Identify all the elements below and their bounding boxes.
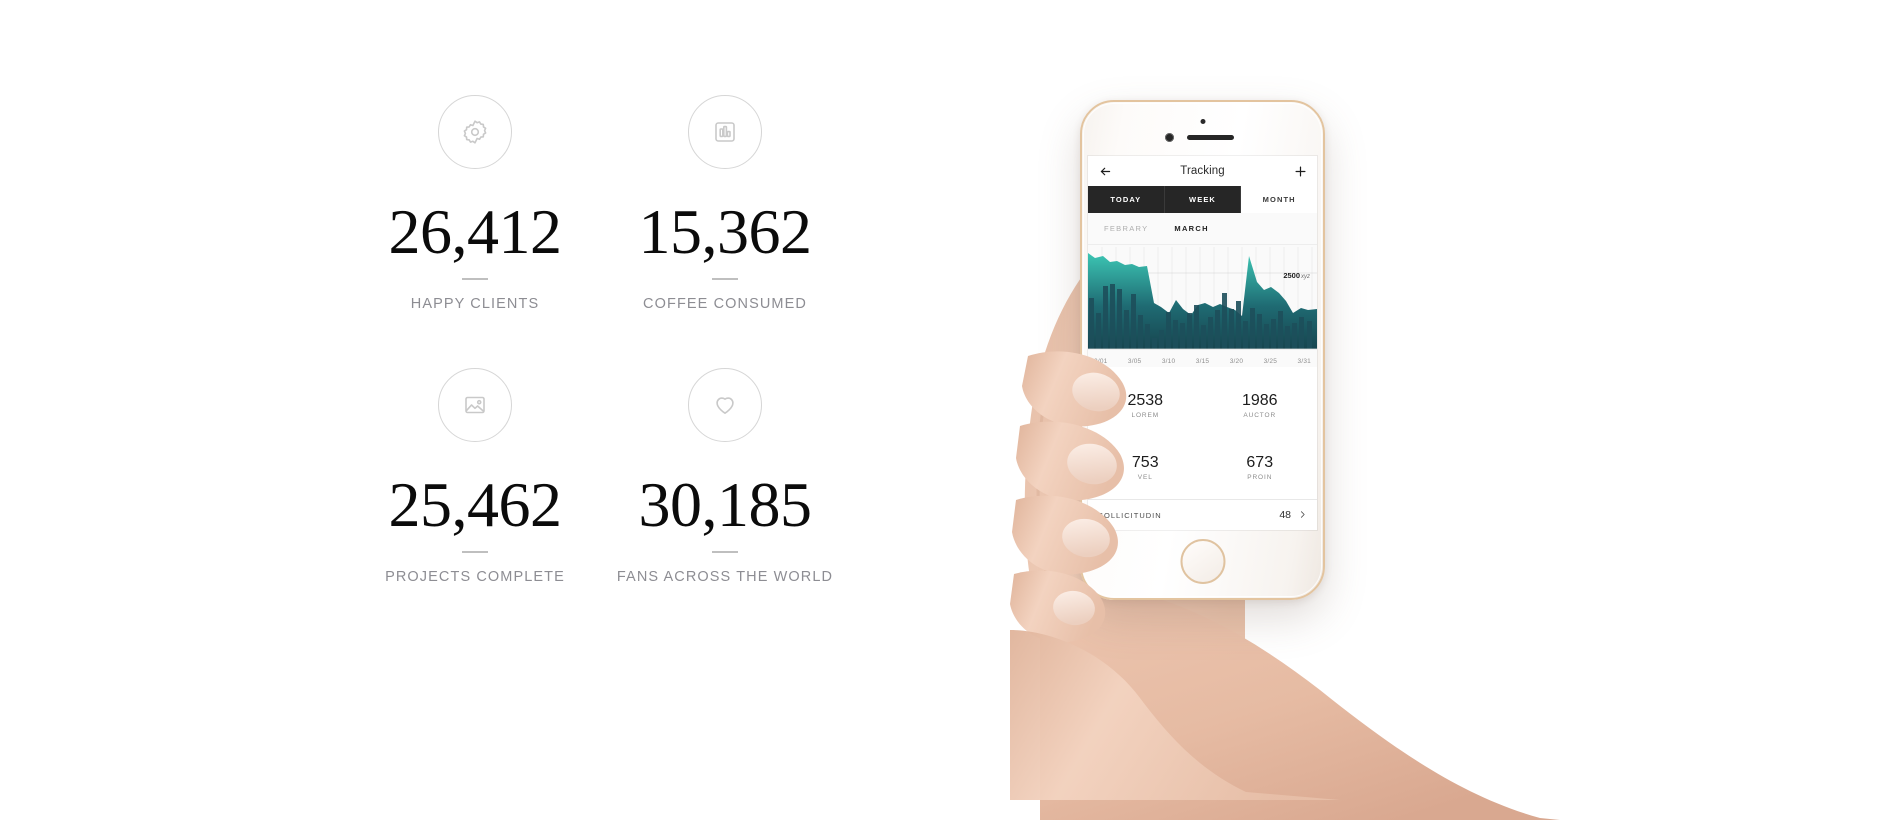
smartphone-device: Tracking TODAY WEEK MONTH FEBRARY MARCH	[1080, 100, 1325, 600]
home-button[interactable]	[1180, 539, 1225, 584]
stat-divider	[712, 551, 738, 553]
image-icon	[438, 368, 512, 442]
stat-label: HAPPY CLIENTS	[410, 296, 540, 312]
stat-item-happy-clients: 26,412 HAPPY CLIENTS	[350, 95, 600, 342]
stat-value: 25,462	[388, 469, 563, 540]
plus-icon[interactable]	[1292, 163, 1308, 179]
chart-annotation: 2500xyz	[1283, 271, 1310, 280]
tab-today[interactable]: TODAY	[1088, 186, 1165, 213]
gear-icon	[438, 95, 512, 169]
kpi-value: 753	[1131, 454, 1159, 472]
kpi-label: VEL	[1137, 473, 1153, 481]
x-tick: 3/15	[1195, 358, 1210, 365]
x-tick: 3/10	[1161, 358, 1176, 365]
month-february[interactable]: FEBRARY	[1104, 224, 1148, 233]
x-tick: 3/25	[1263, 358, 1278, 365]
stats-grid: 26,412 HAPPY CLIENTS 15,362 COFFEE CONSU…	[350, 95, 850, 615]
kpi-value: 673	[1246, 454, 1274, 472]
list-item-sollicitudin[interactable]: SOLLICITUDIN 48	[1088, 499, 1317, 530]
heart-icon	[688, 368, 762, 442]
stat-value: 26,412	[388, 196, 563, 267]
chart-icon	[688, 95, 762, 169]
chart-annotation-unit: xyz	[1301, 274, 1310, 280]
period-tabs: TODAY WEEK MONTH	[1088, 186, 1317, 213]
month-march[interactable]: MARCH	[1174, 224, 1208, 233]
stat-item-projects-complete: 25,462 PROJECTS COMPLETE	[350, 368, 600, 615]
stat-label: COFFEE CONSUMED	[643, 296, 807, 312]
kpi-vel: 753 VEL	[1088, 437, 1203, 499]
app-bar: Tracking	[1088, 156, 1317, 186]
kpi-auctor: 1986 AUCTOR	[1203, 375, 1318, 437]
proximity-sensor	[1164, 133, 1174, 142]
tracking-chart: 2500xyz 3/01 3/05 3/10 3/15 3/20 3/25 3/…	[1088, 245, 1317, 367]
kpi-proin: 673 PROIN	[1203, 437, 1318, 499]
x-tick: 3/05	[1127, 358, 1142, 365]
kpi-label: PROIN	[1247, 473, 1273, 481]
tab-month[interactable]: MONTH	[1241, 186, 1317, 213]
stat-label: PROJECTS COMPLETE	[385, 569, 565, 585]
list-item-label: SOLLICITUDIN	[1098, 510, 1162, 520]
kpi-grid: 2538 LOREM 1986 AUCTOR 753 VEL 673 PROIN	[1088, 367, 1317, 499]
earpiece-speaker	[1186, 135, 1234, 140]
chart-x-axis: 3/01 3/05 3/10 3/15 3/20 3/25 3/31	[1088, 358, 1317, 365]
list-item-right: 48	[1279, 506, 1307, 524]
phone-in-hand-scene: Tracking TODAY WEEK MONTH FEBRARY MARCH	[1010, 0, 1560, 820]
month-selector: FEBRARY MARCH	[1088, 213, 1317, 245]
page-title: Tracking	[1180, 165, 1225, 177]
chevron-right-icon[interactable]	[1298, 506, 1307, 524]
tab-week[interactable]: WEEK	[1164, 186, 1242, 213]
chart-svg	[1088, 245, 1317, 367]
arrow-left-icon[interactable]	[1097, 163, 1113, 179]
stat-item-coffee-consumed: 15,362 COFFEE CONSUMED	[600, 95, 850, 342]
phone-screen: Tracking TODAY WEEK MONTH FEBRARY MARCH	[1088, 156, 1317, 530]
kpi-value: 2538	[1127, 392, 1164, 410]
stat-label: FANS ACROSS THE WORLD	[616, 569, 834, 585]
stat-item-fans-across-the-world: 30,185 FANS ACROSS THE WORLD	[600, 368, 850, 615]
stat-divider	[712, 278, 738, 280]
stat-value: 15,362	[638, 196, 813, 267]
x-tick: 3/20	[1229, 358, 1244, 365]
x-tick: 3/31	[1297, 358, 1311, 365]
kpi-label: LOREM	[1131, 411, 1160, 419]
kpi-lorem: 2538 LOREM	[1088, 375, 1203, 437]
stat-divider	[462, 278, 488, 280]
x-tick: 3/01	[1094, 358, 1108, 365]
kpi-label: AUCTOR	[1243, 411, 1277, 419]
kpi-value: 1986	[1241, 392, 1278, 410]
chart-annotation-value: 2500	[1283, 271, 1300, 280]
stat-divider	[462, 551, 488, 553]
list-item-value: 48	[1279, 509, 1291, 521]
stat-value: 30,185	[638, 469, 813, 540]
front-camera	[1200, 119, 1205, 124]
